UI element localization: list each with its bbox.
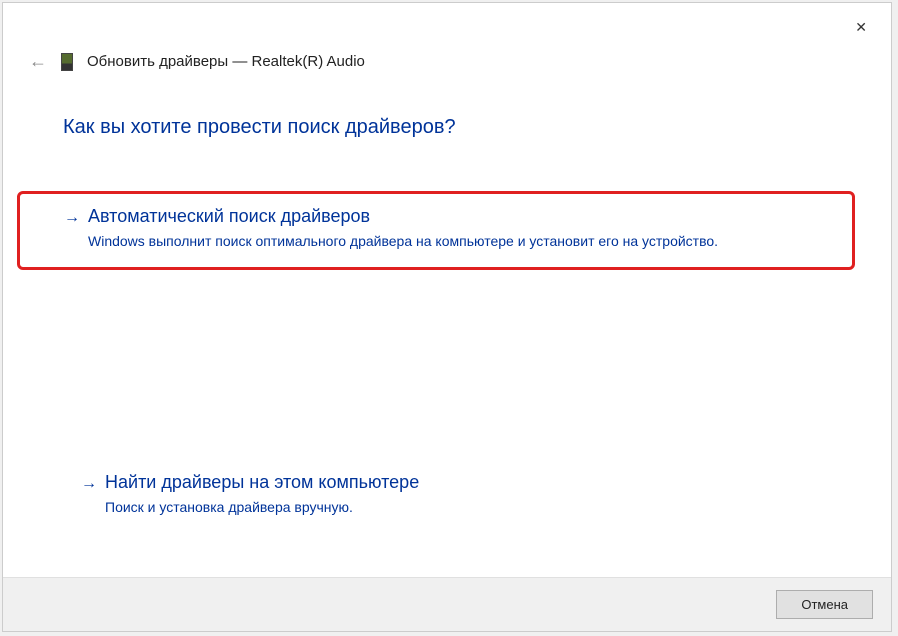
dialog-content: Как вы хотите провести поиск драйверов? … bbox=[3, 72, 891, 577]
option-browse-description: Поиск и установка драйвера вручную. bbox=[105, 499, 813, 515]
option-auto-search-title: Автоматический поиск драйверов bbox=[88, 206, 370, 227]
arrow-right-icon: → bbox=[81, 475, 97, 493]
option-auto-search-title-row: → Автоматический поиск драйверов bbox=[64, 206, 828, 227]
close-button[interactable]: ✕ bbox=[847, 15, 875, 40]
option-auto-search-description: Windows выполнит поиск оптимального драй… bbox=[88, 233, 828, 249]
audio-device-icon bbox=[61, 53, 73, 71]
close-icon: ✕ bbox=[855, 19, 867, 35]
update-driver-dialog: ✕ ← Обновить драйверы — Realtek(R) Audio… bbox=[2, 2, 892, 632]
option-browse-computer[interactable]: → Найти драйверы на этом компьютере Поис… bbox=[63, 460, 831, 533]
spacer bbox=[63, 290, 831, 460]
option-browse-title: Найти драйверы на этом компьютере bbox=[105, 472, 419, 493]
cancel-button[interactable]: Отмена bbox=[776, 590, 873, 619]
dialog-title: Обновить драйверы — Realtek(R) Audio bbox=[87, 53, 365, 70]
option-browse-title-row: → Найти драйверы на этом компьютере bbox=[81, 472, 813, 493]
dialog-footer: Отмена bbox=[3, 577, 891, 631]
back-arrow-icon: ← bbox=[29, 51, 47, 71]
dialog-header: ← Обновить драйверы — Realtek(R) Audio bbox=[3, 3, 891, 72]
back-button[interactable]: ← bbox=[29, 51, 47, 72]
option-auto-search[interactable]: → Автоматический поиск драйверов Windows… bbox=[17, 191, 855, 270]
arrow-right-icon: → bbox=[64, 209, 80, 227]
question-heading: Как вы хотите провести поиск драйверов? bbox=[63, 116, 831, 139]
